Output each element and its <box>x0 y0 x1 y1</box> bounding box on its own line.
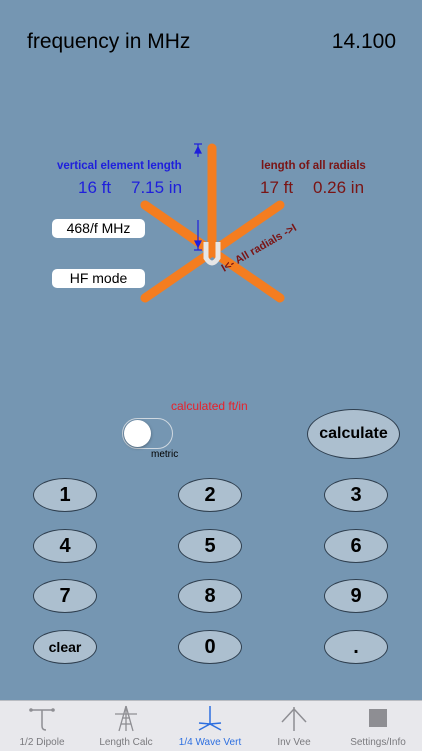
key-7[interactable]: 7 <box>33 579 97 613</box>
tab-bar: 1/2 Dipole Length Calc 1/4 Wave Vert Inv… <box>0 700 422 751</box>
key-3[interactable]: 3 <box>324 478 388 512</box>
key-2[interactable]: 2 <box>178 478 242 512</box>
tab-label: 1/4 Wave Vert <box>178 737 242 748</box>
tab-length-calc[interactable]: Length Calc <box>84 701 168 751</box>
vertical-length-label: vertical element length <box>57 160 182 172</box>
radials-diagram-label: I<- All radials ->I <box>220 222 299 275</box>
tab-settings-info[interactable]: Settings/Info <box>336 701 420 751</box>
metric-label: metric <box>151 449 179 460</box>
key-5[interactable]: 5 <box>178 529 242 563</box>
tower-icon <box>115 705 137 732</box>
settings-square-icon <box>369 709 387 727</box>
tab-label: 1/2 Dipole <box>19 737 65 748</box>
toggle-knob <box>124 420 151 447</box>
calculated-label: calculated ft/in <box>171 399 248 413</box>
radial-length-ft: 17 ft <box>260 178 294 197</box>
inverted-vee-icon <box>281 707 307 731</box>
mode-button[interactable]: HF mode <box>52 269 145 288</box>
vertical-length-ft: 16 ft <box>78 178 112 197</box>
radial-length-in: 0.26 in <box>313 178 365 197</box>
tab-label: Settings/Info <box>350 737 406 748</box>
key-4[interactable]: 4 <box>33 529 97 563</box>
vertical-length-in: 7.15 in <box>131 178 183 197</box>
vertical-antenna-icon <box>198 706 222 731</box>
radial-3 <box>140 200 217 257</box>
key-1[interactable]: 1 <box>33 478 97 512</box>
key-0[interactable]: 0 <box>178 630 242 664</box>
calculate-button[interactable]: calculate <box>307 409 400 459</box>
dipole-icon <box>29 708 55 731</box>
key-6[interactable]: 6 <box>324 529 388 563</box>
radial-length-label: length of all radials <box>261 160 366 172</box>
key-8[interactable]: 8 <box>178 579 242 613</box>
tab-half-dipole[interactable]: 1/2 Dipole <box>0 701 84 751</box>
key-9[interactable]: 9 <box>324 579 388 613</box>
tab-quarter-wave-vert[interactable]: 1/4 Wave Vert <box>168 701 252 751</box>
tab-inv-vee[interactable]: Inv Vee <box>252 701 336 751</box>
metric-toggle[interactable] <box>122 418 173 449</box>
formula-button[interactable]: 468/f MHz <box>52 219 145 238</box>
key-decimal[interactable]: . <box>324 630 388 664</box>
tab-label: Inv Vee <box>277 737 311 748</box>
tab-label: Length Calc <box>99 737 153 748</box>
clear-button[interactable]: clear <box>33 630 97 664</box>
